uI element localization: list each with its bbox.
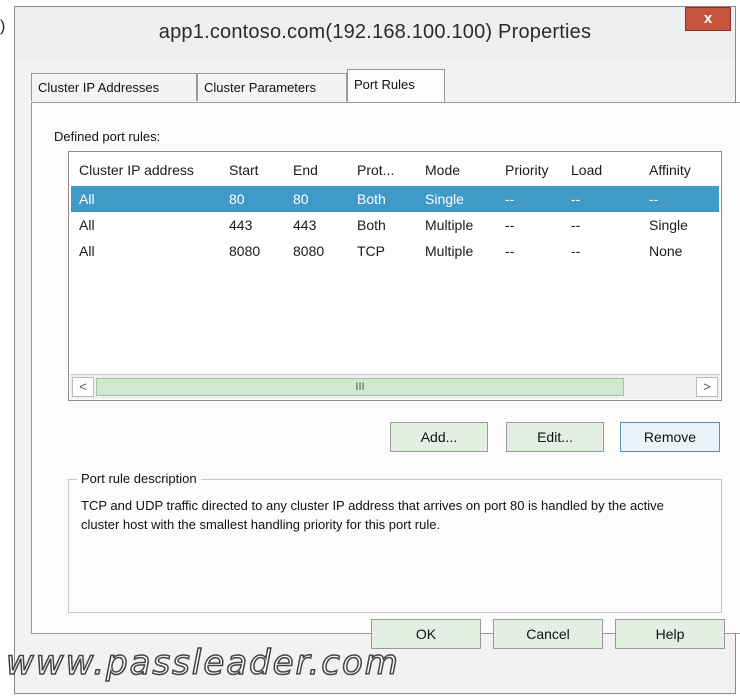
cell-affinity: -- (649, 191, 659, 207)
port-rules-list[interactable]: Cluster IP address Start End Prot... Mod… (68, 151, 722, 401)
cell-end: 443 (293, 217, 317, 233)
cell-protocol: Both (357, 191, 386, 207)
cell-start: 80 (229, 191, 245, 207)
column-header-start[interactable]: Start (229, 162, 259, 178)
table-row[interactable]: All 80 80 Both Single -- -- -- (71, 186, 719, 212)
tab-cluster-ip-addresses[interactable]: Cluster IP Addresses (31, 73, 197, 101)
column-header-mode[interactable]: Mode (425, 162, 460, 178)
column-header-load[interactable]: Load (571, 162, 602, 178)
column-header-protocol[interactable]: Prot... (357, 162, 394, 178)
horizontal-scrollbar[interactable]: < III > (70, 374, 720, 399)
port-rule-description-title: Port rule description (77, 471, 201, 486)
cell-mode: Multiple (425, 217, 474, 233)
scroll-thumb[interactable]: III (96, 378, 624, 396)
cell-protocol: Both (357, 217, 386, 233)
cell-cluster-ip: All (79, 191, 95, 207)
cell-affinity: Single (649, 217, 688, 233)
cell-load: -- (571, 217, 581, 233)
cell-load: -- (571, 191, 581, 207)
cell-load: -- (571, 243, 581, 259)
help-button[interactable]: Help (615, 619, 725, 649)
column-header-affinity[interactable]: Affinity (649, 162, 691, 178)
cancel-button[interactable]: Cancel (493, 619, 603, 649)
edge-glyph: ) (0, 18, 6, 35)
close-icon: x (703, 10, 713, 27)
cell-priority: -- (505, 191, 515, 207)
watermark: www.passleader.com (5, 642, 400, 684)
cell-mode: Single (425, 191, 464, 207)
defined-port-rules-label: Defined port rules: (54, 129, 161, 144)
cell-affinity: None (649, 243, 683, 259)
table-row[interactable]: All 443 443 Both Multiple -- -- Single (71, 212, 719, 238)
title-bar: app1.contoso.com(192.168.100.100) Proper… (15, 7, 735, 61)
edit-button[interactable]: Edit... (506, 422, 604, 452)
remove-button[interactable]: Remove (620, 422, 720, 452)
cell-cluster-ip: All (79, 217, 95, 233)
window-title: app1.contoso.com(192.168.100.100) Proper… (158, 21, 592, 43)
tab-cluster-parameters[interactable]: Cluster Parameters (197, 73, 347, 101)
cell-end: 80 (293, 191, 309, 207)
column-header-cluster-ip[interactable]: Cluster IP address (79, 162, 194, 178)
properties-dialog: app1.contoso.com(192.168.100.100) Proper… (14, 6, 740, 694)
column-header-priority[interactable]: Priority (505, 162, 549, 178)
table-row[interactable]: All 8080 8080 TCP Multiple -- -- None (71, 238, 719, 264)
column-header-end[interactable]: End (293, 162, 318, 178)
add-button[interactable]: Add... (390, 422, 488, 452)
cell-priority: -- (505, 243, 515, 259)
tab-port-rules[interactable]: Port Rules (347, 69, 445, 102)
port-rule-description-text: TCP and UDP traffic directed to any clus… (81, 498, 664, 532)
cell-start: 8080 (229, 243, 261, 259)
cell-mode: Multiple (425, 243, 474, 259)
cell-cluster-ip: All (79, 243, 95, 259)
cell-protocol: TCP (357, 243, 385, 259)
port-rules-panel: Defined port rules: Cluster IP address S… (31, 102, 740, 634)
cell-priority: -- (505, 217, 515, 233)
cell-start: 443 (229, 217, 253, 233)
cell-end: 8080 (293, 243, 325, 259)
close-button[interactable]: x (685, 7, 731, 31)
scroll-right-icon[interactable]: > (696, 377, 718, 397)
scroll-left-icon[interactable]: < (72, 377, 94, 397)
port-rule-description-group: Port rule description TCP and UDP traffi… (68, 471, 722, 613)
